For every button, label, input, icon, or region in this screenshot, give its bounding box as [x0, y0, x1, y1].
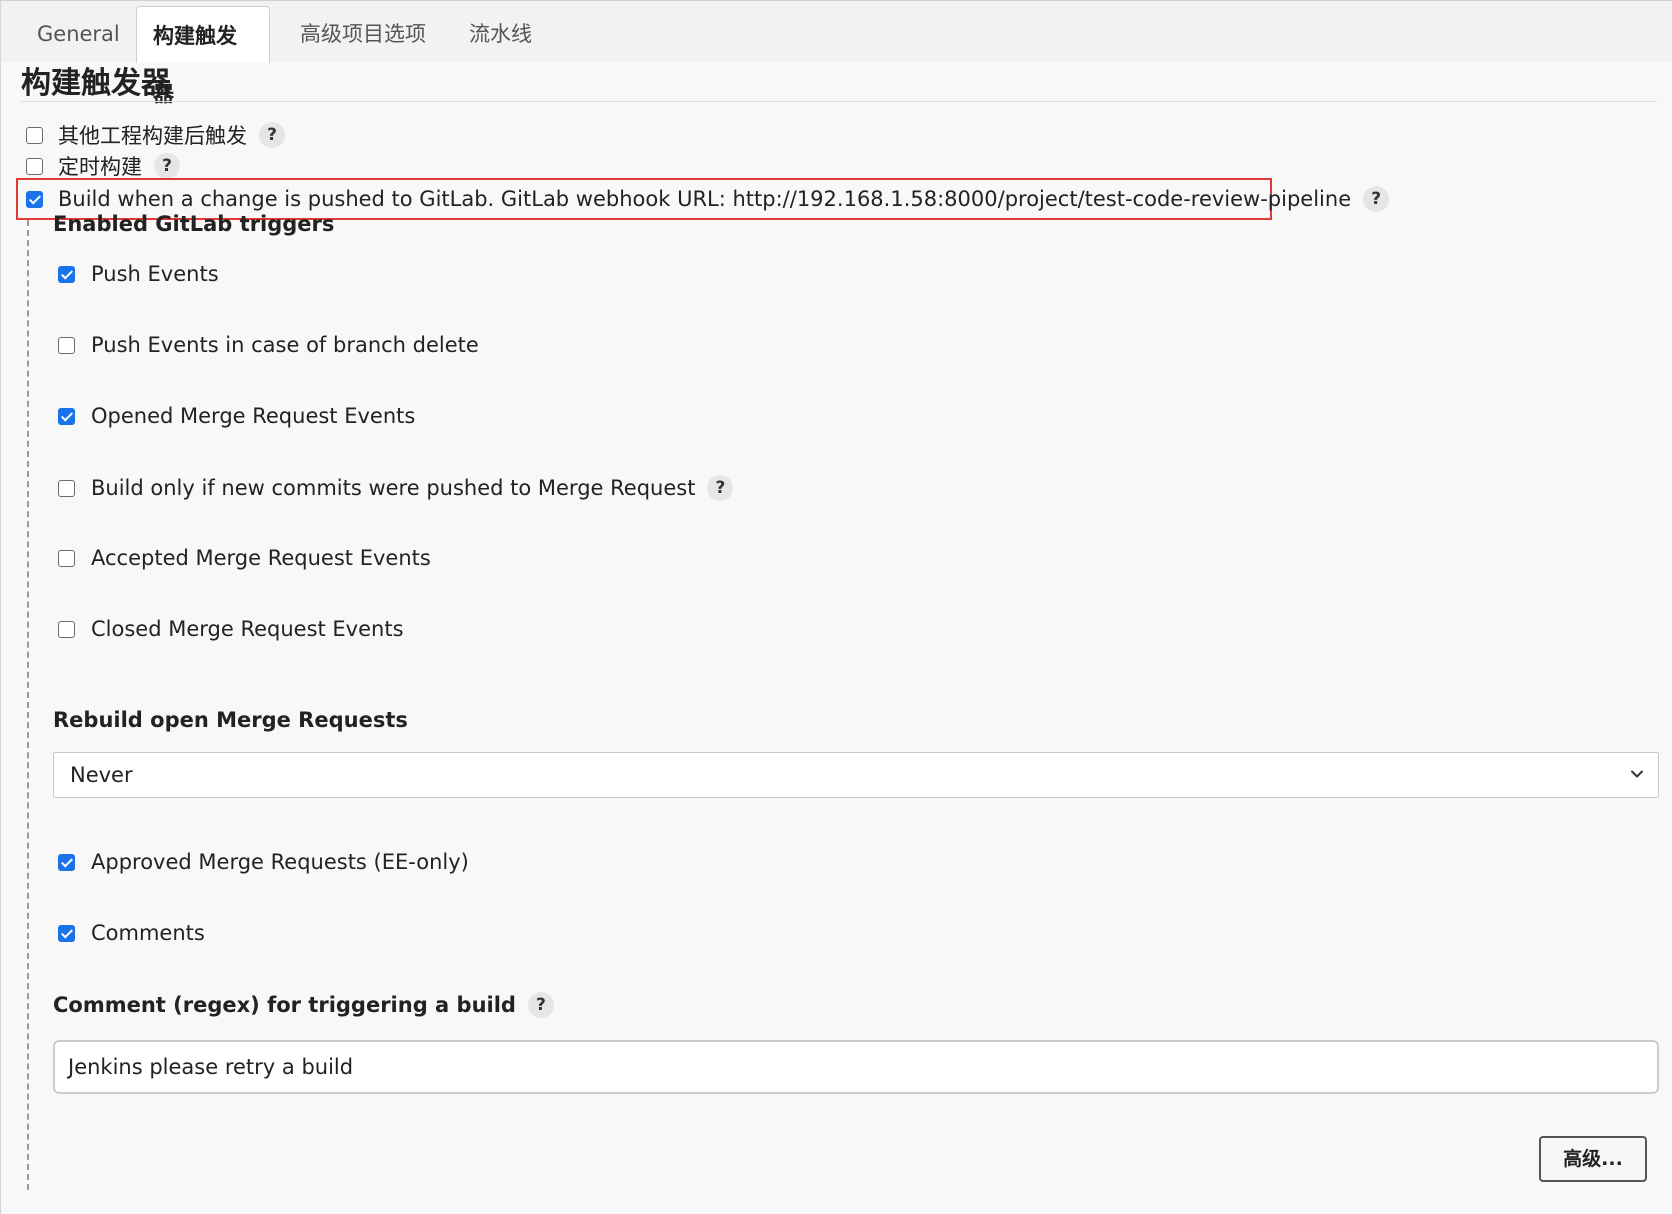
nested-options-guide: [27, 220, 29, 1190]
event-accepted-mr-checkbox[interactable]: [58, 549, 75, 567]
event-opened-mr-checkbox[interactable]: [58, 407, 75, 425]
trigger-gitlab-push-label: Build when a change is pushed to GitLab.…: [58, 187, 1352, 211]
config-panel: General 构建触发器 高级项目选项 流水线 构建触发器 其他工程构建后触发…: [0, 0, 1672, 1214]
trigger-after-other-projects: 其他工程构建后触发 ?: [26, 120, 285, 150]
event-new-commits-mr: Build only if new commits were pushed to…: [58, 475, 734, 501]
trigger-after-other-projects-checkbox[interactable]: [26, 126, 43, 144]
trigger-after-other-projects-label: 其他工程构建后触发: [58, 124, 247, 148]
event-push-branch-delete-label: Push Events in case of branch delete: [91, 333, 479, 357]
event-push-label: Push Events: [91, 262, 219, 286]
event-approved-mr-label: Approved Merge Requests (EE-only): [91, 850, 469, 874]
rebuild-mr-heading: Rebuild open Merge Requests: [53, 708, 408, 732]
tab-bar: General 构建触发器 高级项目选项 流水线: [1, 0, 1672, 106]
event-opened-mr: Opened Merge Request Events: [58, 404, 415, 428]
section-divider: [21, 101, 1657, 102]
comment-regex-input[interactable]: Jenkins please retry a build: [53, 1040, 1659, 1094]
comment-regex-input-value: Jenkins please retry a build: [68, 1055, 354, 1079]
event-comments: Comments: [58, 921, 205, 945]
rebuild-mr-select-value: Never: [70, 763, 133, 787]
event-closed-mr: Closed Merge Request Events: [58, 617, 404, 641]
event-push-branch-delete: Push Events in case of branch delete: [58, 333, 479, 357]
comment-regex-heading-text: Comment (regex) for triggering a build: [53, 993, 516, 1017]
event-push-branch-delete-checkbox[interactable]: [58, 336, 75, 354]
trigger-scheduled: 定时构建 ?: [26, 151, 180, 181]
enabled-gitlab-triggers-heading: Enabled GitLab triggers: [53, 212, 335, 236]
event-new-commits-mr-checkbox[interactable]: [58, 479, 75, 497]
chevron-down-icon: [1631, 770, 1643, 778]
trigger-gitlab-push: Build when a change is pushed to GitLab.…: [26, 186, 1390, 212]
event-closed-mr-label: Closed Merge Request Events: [91, 617, 404, 641]
help-icon[interactable]: ?: [527, 992, 554, 1018]
event-new-commits-mr-label: Build only if new commits were pushed to…: [91, 476, 696, 500]
section-title: 构建触发器: [21, 66, 171, 101]
event-closed-mr-checkbox[interactable]: [58, 620, 75, 638]
help-icon[interactable]: ?: [1363, 186, 1390, 212]
help-icon[interactable]: ?: [154, 153, 180, 179]
rebuild-mr-select[interactable]: Never: [53, 752, 1659, 798]
tab-build-triggers[interactable]: 构建触发器: [136, 6, 270, 106]
trigger-scheduled-label: 定时构建: [58, 155, 142, 179]
event-comments-checkbox[interactable]: [58, 924, 75, 942]
advanced-button[interactable]: 高级...: [1539, 1136, 1647, 1182]
tab-general[interactable]: General: [21, 1, 136, 63]
help-icon[interactable]: ?: [259, 122, 285, 148]
tab-pipeline[interactable]: 流水线: [453, 1, 548, 63]
event-comments-label: Comments: [91, 921, 205, 945]
event-opened-mr-label: Opened Merge Request Events: [91, 404, 416, 428]
event-push-checkbox[interactable]: [58, 265, 75, 283]
comment-regex-heading: Comment (regex) for triggering a build ?: [53, 992, 554, 1018]
trigger-scheduled-checkbox[interactable]: [26, 157, 43, 175]
help-icon[interactable]: ?: [707, 475, 734, 501]
event-push: Push Events: [58, 262, 219, 286]
event-approved-mr-checkbox[interactable]: [58, 853, 75, 871]
trigger-gitlab-push-checkbox[interactable]: [26, 190, 43, 208]
event-accepted-mr-label: Accepted Merge Request Events: [91, 546, 431, 570]
event-accepted-mr: Accepted Merge Request Events: [58, 546, 431, 570]
event-approved-mr: Approved Merge Requests (EE-only): [58, 850, 469, 874]
tab-advanced-project-options[interactable]: 高级项目选项: [284, 1, 442, 63]
